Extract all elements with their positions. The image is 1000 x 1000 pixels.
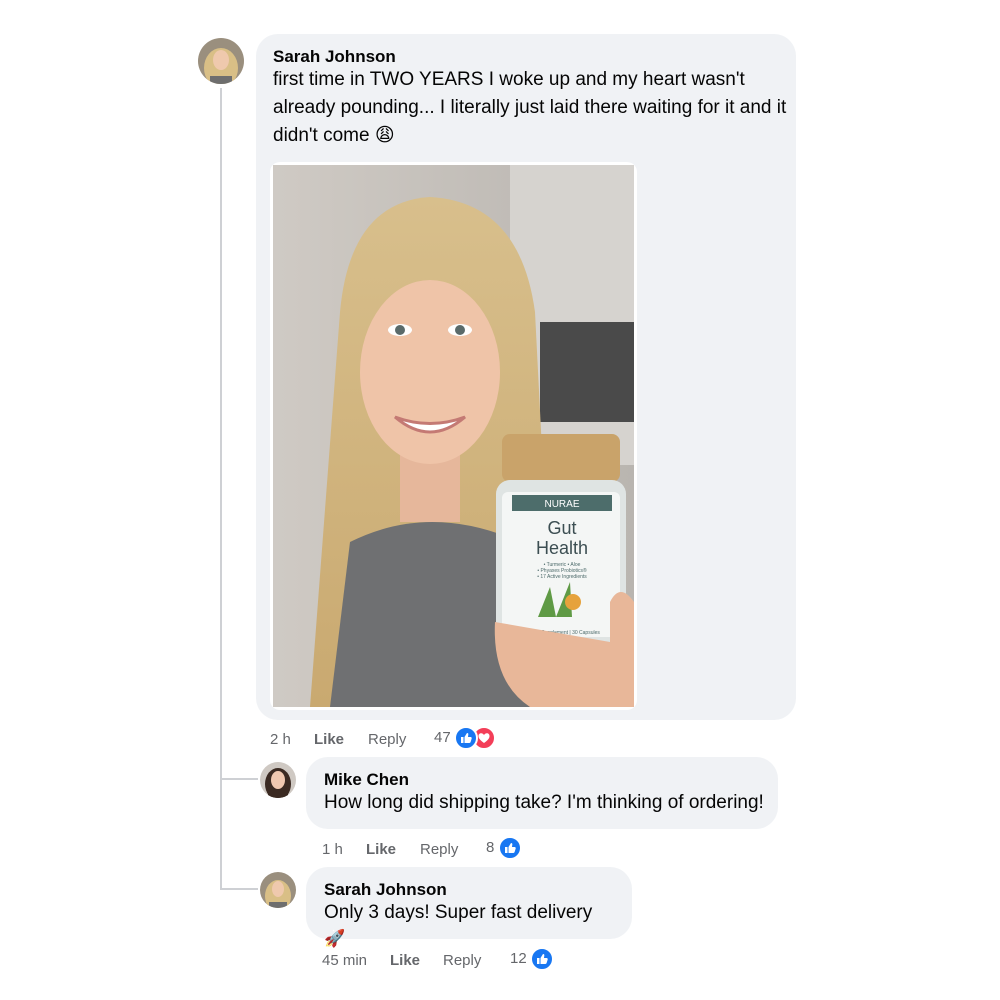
like-icon xyxy=(530,947,554,971)
reply-text: How long did shipping take? I'm thinking… xyxy=(324,792,764,813)
comment-text-line-3: didn't come 😩 xyxy=(273,125,395,146)
reaction-count[interactable]: 12 xyxy=(510,950,527,967)
rocket-emoji: 🚀 xyxy=(324,929,346,948)
like-icon xyxy=(454,726,478,750)
reply-text: Only 3 days! Super fast delivery xyxy=(324,902,593,923)
reaction-count[interactable]: 8 xyxy=(486,839,494,856)
reply-button[interactable]: Reply xyxy=(443,952,481,969)
comment-photo[interactable]: NURAE Gut Health • Turmeric • Aloe • Phy… xyxy=(270,162,637,710)
reaction-summary[interactable] xyxy=(454,726,500,750)
avatar[interactable] xyxy=(198,38,244,84)
reaction-summary[interactable] xyxy=(530,947,554,971)
reply-button[interactable]: Reply xyxy=(420,841,458,858)
bottle-bullet-3: • 17 Active Ingredients xyxy=(537,574,587,580)
reply-timestamp[interactable]: 1 h xyxy=(322,841,343,858)
comment-text-line-2: already pounding... I literally just lai… xyxy=(273,97,787,118)
bottle-brand: NURAE xyxy=(544,499,579,510)
avatar[interactable] xyxy=(260,762,296,798)
comment-author[interactable]: Sarah Johnson xyxy=(273,47,396,67)
avatar[interactable] xyxy=(260,872,296,908)
like-icon xyxy=(498,836,522,860)
reply-author[interactable]: Sarah Johnson xyxy=(324,880,447,900)
thread-line-branch-1 xyxy=(220,778,258,780)
bottle-title-line-1: Gut xyxy=(547,518,576,538)
reply-timestamp[interactable]: 45 min xyxy=(322,952,367,969)
reply-author[interactable]: Mike Chen xyxy=(324,770,409,790)
like-button[interactable]: Like xyxy=(366,841,396,858)
reaction-summary[interactable] xyxy=(498,836,522,860)
bottle-bullet-2: • Phyaxes Probiotics® xyxy=(537,567,587,574)
comment-timestamp[interactable]: 2 h xyxy=(270,731,291,748)
bottle-title-line-2: Health xyxy=(536,538,588,558)
thread-line-branch-2 xyxy=(220,888,258,890)
reaction-count[interactable]: 47 xyxy=(434,729,451,746)
reply-button[interactable]: Reply xyxy=(368,731,406,748)
thread-line-vertical xyxy=(220,88,222,888)
like-button[interactable]: Like xyxy=(314,731,344,748)
like-button[interactable]: Like xyxy=(390,952,420,969)
comment-text-line-1: first time in TWO YEARS I woke up and my… xyxy=(273,69,745,90)
